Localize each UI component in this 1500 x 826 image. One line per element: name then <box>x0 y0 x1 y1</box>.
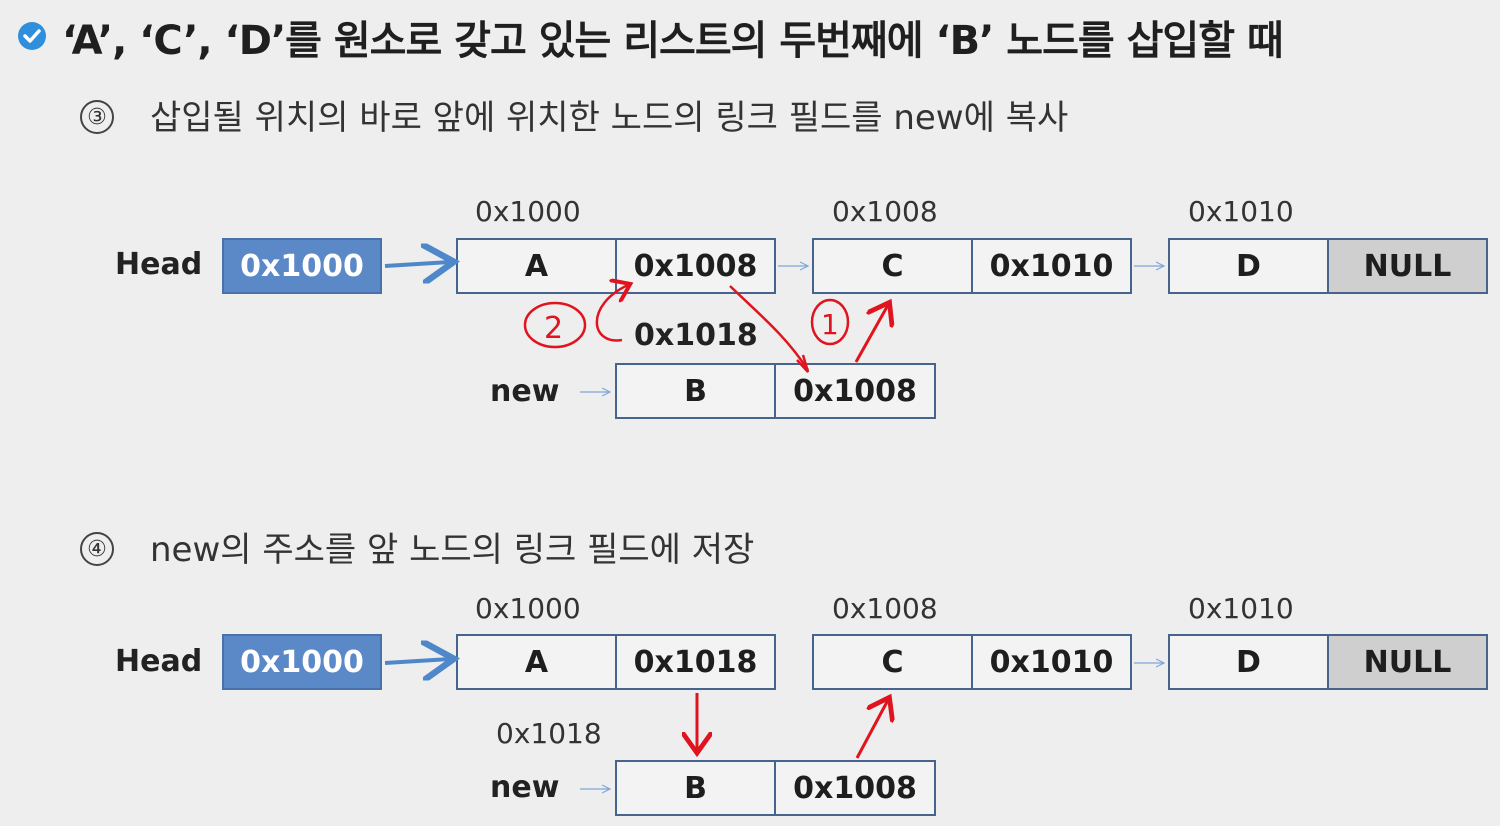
link-to-c-arrow <box>854 305 888 363</box>
annotation-1: 1 <box>821 308 839 341</box>
copy-stroke <box>729 285 810 371</box>
head-arrow-2 <box>384 659 450 663</box>
annotation-2: 2 <box>544 311 563 346</box>
head-arrow <box>384 262 450 266</box>
arrows-layer: 2 1 <box>384 0 1500 826</box>
link-b-to-c-arrow <box>855 700 888 759</box>
pending-link-arrow <box>595 285 628 342</box>
